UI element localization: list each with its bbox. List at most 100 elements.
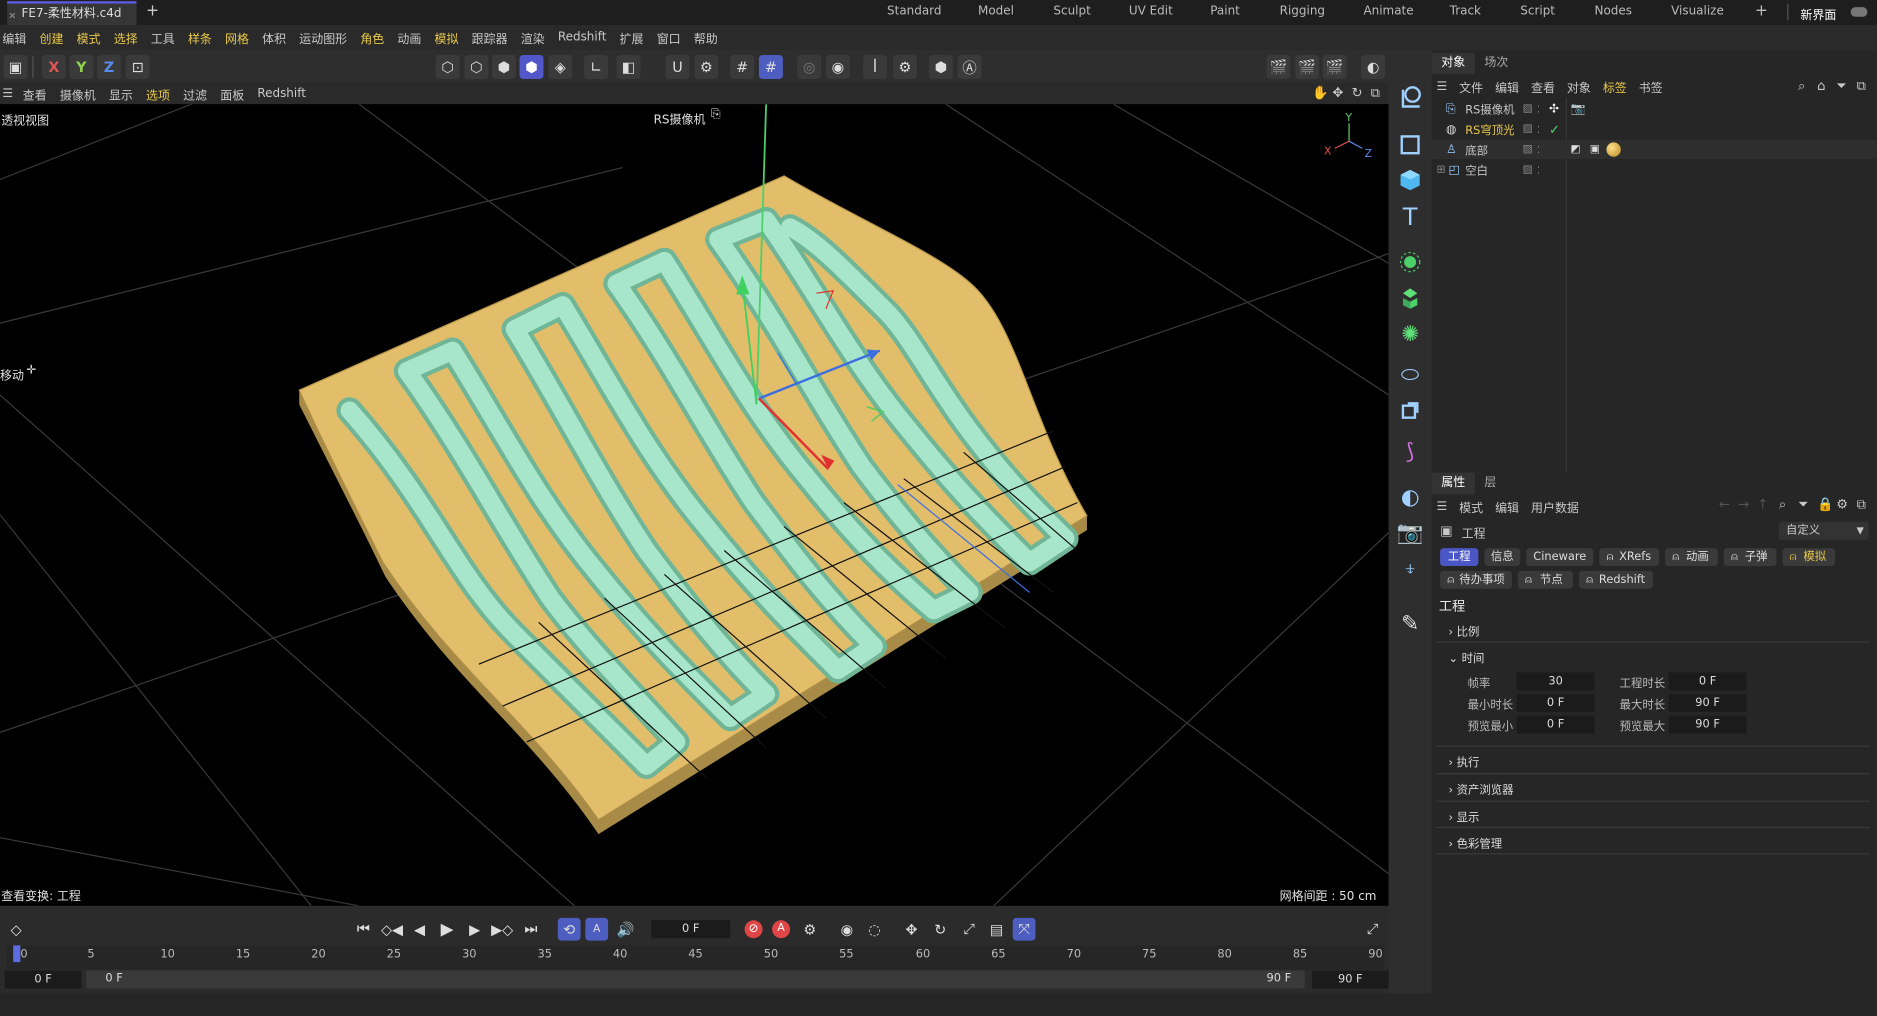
layout-standard[interactable]: Standard [887, 5, 941, 18]
menu-create[interactable]: 创建 [40, 29, 64, 47]
btn-project[interactable]: 工程 [1440, 548, 1479, 567]
section-display[interactable]: › 显示 [1448, 808, 1479, 824]
tab-takes[interactable]: 场次 [1475, 53, 1518, 75]
layout-paint[interactable]: Paint [1210, 5, 1240, 18]
rs-render-view-icon[interactable]: ◐ [1361, 55, 1385, 79]
range-start-field[interactable]: 0 F [4, 970, 82, 989]
menu-edit[interactable]: 编辑 [2, 29, 26, 47]
btn-simulation[interactable]: ⍝ 模拟 [1782, 548, 1836, 567]
attr-menu-mode[interactable]: 模式 [1459, 497, 1483, 515]
next-key-icon[interactable]: ▶◇ [491, 918, 514, 941]
object-row[interactable]: ◍ RS穹顶光 ▨ ⁚ ✓ [1432, 120, 1877, 139]
section-color-management[interactable]: › 色彩管理 [1448, 834, 1502, 851]
solo-icon[interactable]: ◎ [797, 55, 822, 79]
current-frame-field[interactable]: 0 F [651, 920, 731, 939]
menu-tracker[interactable]: 跟踪器 [472, 29, 508, 47]
render-view-icon[interactable]: 🎬 [1266, 55, 1291, 79]
vp-menu-view[interactable]: 查看 [23, 84, 47, 102]
snap-settings-icon[interactable]: ⚙ [694, 55, 719, 79]
max-time-field[interactable]: 90 F [1668, 694, 1747, 713]
model-mode-icon[interactable]: ⬢ [519, 55, 544, 79]
phong-tag-icon[interactable]: ◩ [1571, 144, 1581, 156]
enabled-check-icon[interactable]: ✓ [1549, 121, 1560, 137]
render-picture-viewer-icon[interactable]: 🎬 [1295, 55, 1320, 79]
visibility-dots-icon[interactable]: ⁚ [1537, 144, 1540, 155]
next-frame-icon[interactable]: ▶ [463, 918, 486, 941]
attr-settings-icon[interactable]: ⚙ [1836, 497, 1848, 513]
autokey-icon[interactable]: A [770, 918, 793, 941]
tab-attributes[interactable]: 属性 [1431, 472, 1475, 494]
key-rotation-icon[interactable]: ↻ [929, 918, 952, 941]
layer-icon[interactable]: ▨ [1523, 103, 1533, 115]
key-pla-icon[interactable]: ⤧ [1012, 917, 1036, 941]
polygons-mode-icon[interactable]: ⬢ [491, 55, 516, 79]
x-axis-lock-button[interactable]: X [41, 55, 66, 79]
project-length-field[interactable]: 0 F [1668, 672, 1747, 691]
z-axis-lock-button[interactable]: Z [96, 55, 121, 79]
object-name[interactable]: RS摄像机 [1465, 101, 1514, 117]
interface-toggle[interactable] [1850, 7, 1868, 17]
om-menu-object[interactable]: 对象 [1567, 77, 1591, 95]
attr-menu-user-data[interactable]: 用户数据 [1531, 497, 1579, 515]
timeline-expand-icon[interactable]: ⤢ [1361, 918, 1384, 941]
vp-menu-camera[interactable]: 摄像机 [60, 84, 96, 102]
rs-camera-tag-icon[interactable]: 📷 [1571, 102, 1586, 115]
symmetry-icon[interactable]: ꟾ [863, 55, 888, 79]
om-search-icon[interactable]: ⌕ [1798, 78, 1805, 95]
effector-icon[interactable]: ✺ [1397, 321, 1423, 347]
menu-help[interactable]: 帮助 [694, 29, 718, 47]
layout-script[interactable]: Script [1520, 5, 1555, 18]
axis-mode-icon[interactable]: ∟ [584, 55, 609, 79]
points-mode-icon[interactable]: ⬡ [435, 55, 460, 79]
keyframe-settings-icon[interactable]: ⚙ [798, 918, 821, 941]
visibility-dots-icon[interactable]: ⁚ [1537, 124, 1540, 135]
om-expand-icon[interactable]: ⧉ [1857, 78, 1866, 95]
btn-nodes[interactable]: ⍝ 节点 [1517, 570, 1573, 589]
go-to-end-icon[interactable]: ⏭ [520, 918, 543, 941]
attr-menu-icon[interactable]: ☰ [1436, 500, 1447, 513]
edges-mode-icon[interactable]: ⬡ [464, 55, 489, 79]
attr-filter-icon[interactable]: ⏷ [1798, 497, 1809, 514]
btn-todo[interactable]: ⍝ 待办事项 [1440, 570, 1512, 589]
object-row[interactable]: ⊞ ◰ 空白 ▨ ⁚ [1432, 160, 1877, 179]
frame-rate-field[interactable]: 30 [1516, 672, 1595, 691]
tab-layers[interactable]: 层 [1475, 472, 1506, 494]
om-menu-tags[interactable]: 标签 [1603, 77, 1627, 95]
expand-icon[interactable]: ⊞ [1436, 164, 1445, 176]
menu-spline[interactable]: 样条 [188, 29, 212, 47]
btn-bullet[interactable]: ⍝ 子弹 [1723, 548, 1777, 567]
menu-redshift[interactable]: Redshift [558, 31, 607, 44]
spline-pen-icon[interactable]: ⟆ [1397, 438, 1423, 464]
back-arrow-icon[interactable]: ← [1719, 497, 1730, 513]
menu-render[interactable]: 渲染 [521, 29, 545, 47]
min-time-field[interactable]: 0 F [1516, 694, 1595, 713]
layer-icon[interactable]: ▨ [1523, 144, 1533, 156]
keyframe-diamond-icon[interactable]: ◇ [5, 918, 28, 941]
menu-mesh[interactable]: 网格 [225, 29, 249, 47]
sketch-tool-icon[interactable]: ✎ [1397, 610, 1423, 636]
menu-extensions[interactable]: 扩展 [620, 29, 644, 47]
section-asset-browser[interactable]: › 资产浏览器 [1448, 780, 1513, 797]
section-time[interactable]: ⌄ 时间 [1448, 649, 1484, 665]
object-row[interactable]: ♙ 底部 ▨ ⁚ ◩ ▣ [1431, 140, 1877, 160]
preview-min-field[interactable]: 0 F [1516, 715, 1595, 734]
cube-icon[interactable] [1397, 166, 1423, 192]
menu-select[interactable]: 选择 [114, 29, 138, 47]
camera-object-icon[interactable]: 📷 [1397, 519, 1424, 545]
menu-simulate[interactable]: 模拟 [435, 29, 459, 47]
perspective-viewport[interactable]: 透视视图 RS摄像机 ⎘ 移动 ✛ Y X Z 查看变换: 工程 网格间距 : … [0, 104, 1389, 906]
play-icon[interactable]: ▶ [436, 918, 459, 941]
loop-icon[interactable]: ⟲ [557, 917, 581, 941]
menu-mode[interactable]: 模式 [77, 29, 101, 47]
om-menu-bookmarks[interactable]: 书签 [1639, 77, 1663, 95]
texture-mode-icon[interactable]: ◈ [548, 55, 573, 79]
maximize-view-icon[interactable]: ⧉ [1371, 85, 1380, 102]
om-menu-file[interactable]: 文件 [1459, 77, 1483, 95]
grid-snap-icon[interactable]: # [758, 55, 783, 79]
render-settings-icon[interactable]: 🎬 [1322, 55, 1347, 79]
layout-nodes[interactable]: Nodes [1594, 5, 1631, 18]
om-menu-icon[interactable]: ☰ [1436, 80, 1447, 93]
protection-tag-icon[interactable]: ✣ [1549, 102, 1559, 115]
btn-info[interactable]: 信息 [1484, 548, 1521, 567]
vp-menu-redshift[interactable]: Redshift [257, 87, 306, 100]
